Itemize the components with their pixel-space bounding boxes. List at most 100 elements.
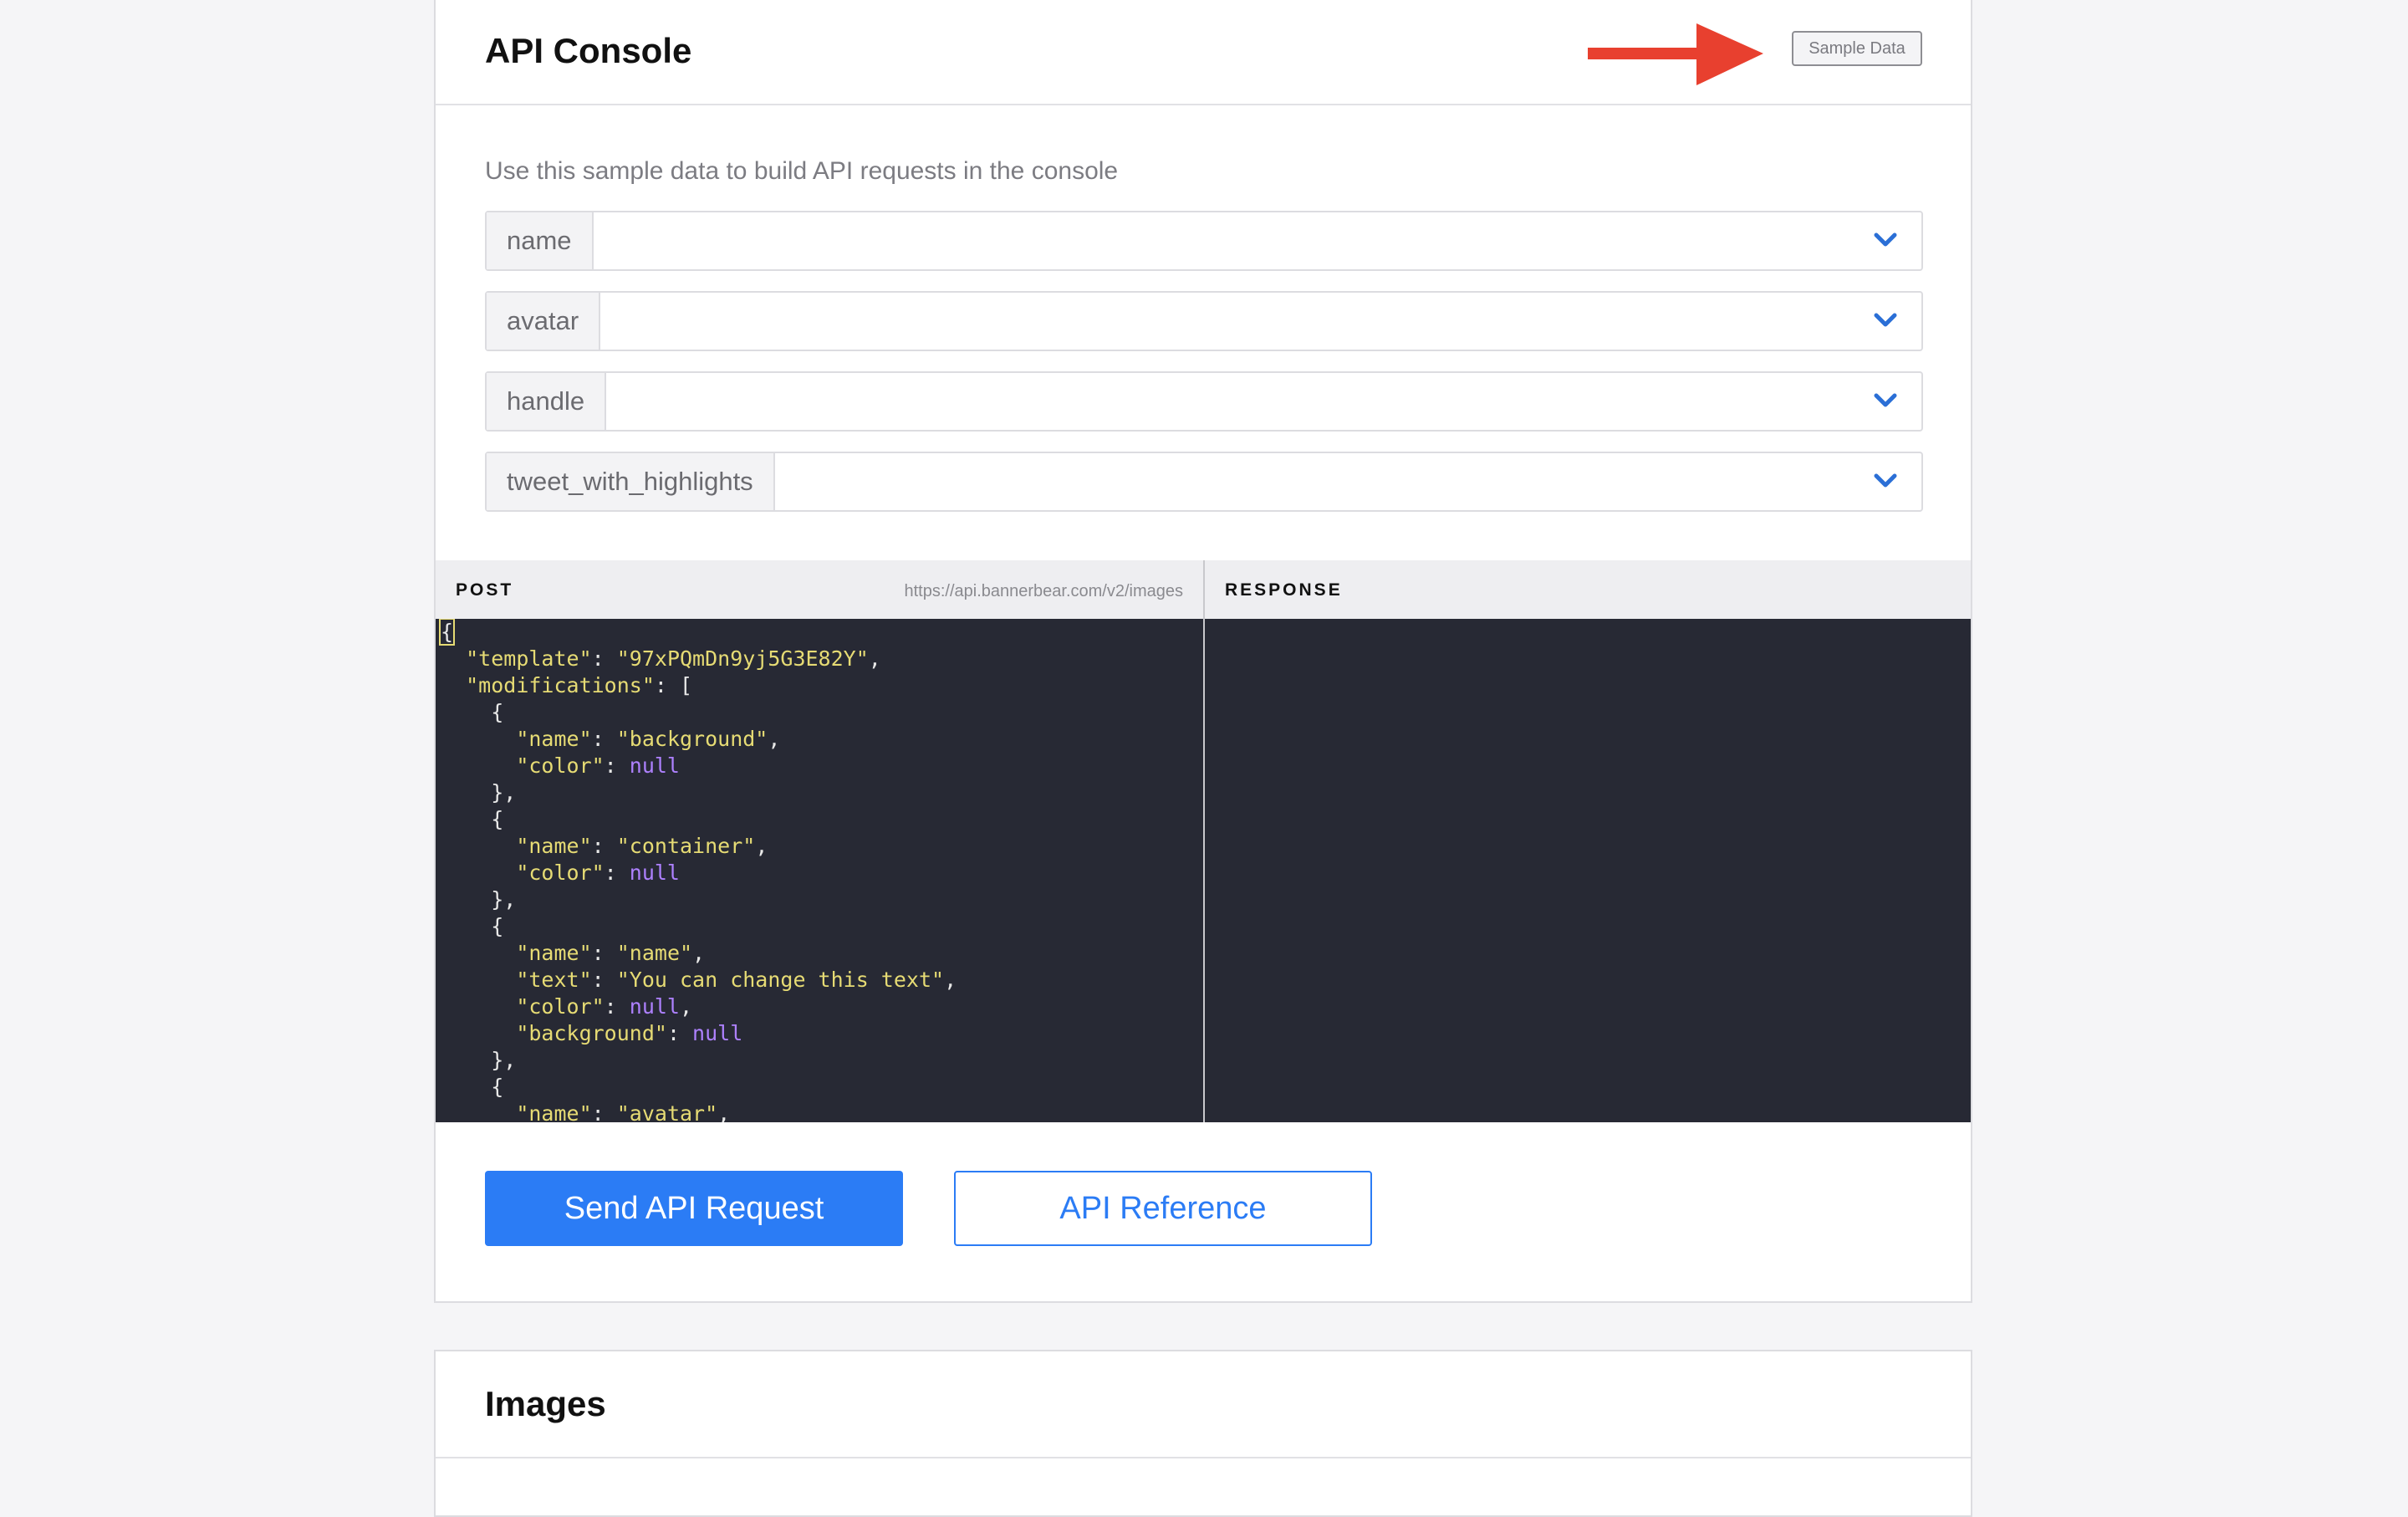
code-line: "template": "97xPQmDn9yj5G3E82Y", (441, 646, 957, 672)
code-token: : (591, 968, 617, 992)
code-line: }, (441, 1047, 957, 1074)
field-label: avatar (487, 293, 601, 350)
images-card: Images (434, 1350, 1972, 1517)
code-token: : (666, 1021, 693, 1045)
code-line: "color": null, (441, 993, 957, 1020)
code-token: }, (441, 1048, 517, 1072)
code-token: "background" (516, 1021, 667, 1045)
code-token: "avatar" (616, 1101, 718, 1122)
code-token: : (591, 646, 617, 671)
response-code-panel (1205, 619, 1971, 1122)
code-token: : [ (654, 673, 693, 697)
code-line: }, (441, 779, 957, 806)
console-header: API Console Sample Data (436, 0, 1971, 105)
code-token: : (591, 727, 617, 751)
code-token: , (755, 834, 768, 858)
endpoint-url: https://api.bannerbear.com/v2/images (904, 582, 1183, 600)
code-token: , (692, 941, 706, 965)
code-token: { (441, 807, 504, 831)
code-line: { (441, 1074, 957, 1101)
code-token: "name" (516, 834, 592, 858)
code-token: : (604, 753, 630, 778)
code-token: "modifications" (466, 673, 655, 697)
handle-select[interactable] (606, 373, 1921, 430)
code-token: null (629, 753, 680, 778)
code-token: }, (441, 887, 517, 912)
field-row-avatar: avatar (485, 291, 1923, 351)
field-row-name: name (485, 211, 1923, 271)
sample-data-button[interactable]: Sample Data (1792, 31, 1922, 66)
code-token: , (717, 1101, 731, 1122)
api-reference-button[interactable]: API Reference (954, 1171, 1372, 1246)
code-token: null (629, 994, 680, 1019)
api-console-card: API Console Sample Data Use this sample … (434, 0, 1972, 1303)
code-token: : (591, 941, 617, 965)
code-token: "color" (516, 753, 605, 778)
code-line: "color": null (441, 753, 957, 779)
code-token: "color" (516, 861, 605, 885)
code-token: "97xPQmDn9yj5G3E82Y" (616, 646, 869, 671)
code-token: "container" (616, 834, 756, 858)
request-code-editor[interactable]: { "template": "97xPQmDn9yj5G3E82Y", "mod… (436, 619, 1205, 1122)
chevron-down-icon (1874, 313, 1897, 327)
code-token: , (680, 994, 693, 1019)
code-token: "color" (516, 994, 605, 1019)
images-header: Images (436, 1351, 1971, 1458)
code-token: : (591, 1101, 617, 1122)
code-token: "text" (516, 968, 592, 992)
chevron-down-icon (1874, 393, 1897, 407)
console-title: API Console (485, 31, 692, 70)
code-line: "name": "name", (441, 940, 957, 967)
code-line: }, (441, 886, 957, 913)
code-token: , (868, 646, 881, 671)
instructions-text: Use this sample data to build API reques… (485, 157, 1119, 185)
tweet-with-highlights-select[interactable] (775, 453, 1921, 510)
code-line: "color": null (441, 860, 957, 886)
code-token: : (591, 834, 617, 858)
field-row-handle: handle (485, 371, 1923, 432)
code-line: { (441, 913, 957, 940)
code-line: { (441, 699, 957, 726)
chevron-down-icon (1874, 473, 1897, 488)
code-line: "name": "avatar", (441, 1101, 957, 1122)
chevron-down-icon (1874, 232, 1897, 247)
code-line: "name": "container", (441, 833, 957, 860)
code-line: "name": "background", (441, 726, 957, 753)
code-token: : (604, 994, 630, 1019)
field-label: handle (487, 373, 607, 430)
code-token: { (441, 1075, 504, 1099)
code-token: "You can change this text" (616, 968, 945, 992)
code-token: "name" (616, 941, 693, 965)
avatar-select[interactable] (600, 293, 1921, 350)
code-token: , (944, 968, 957, 992)
code-token: "name" (516, 727, 592, 751)
code-token: "background" (616, 727, 768, 751)
code-token: }, (441, 780, 517, 804)
code-token: : (604, 861, 630, 885)
arrow-right-icon (1588, 23, 1763, 85)
send-api-request-button[interactable]: Send API Request (485, 1171, 903, 1246)
post-editor-header: POST https://api.bannerbear.com/v2/image… (436, 560, 1205, 619)
response-header: RESPONSE (1205, 560, 1971, 619)
code-token: "template" (466, 646, 592, 671)
code-line: "modifications": [ (441, 672, 957, 699)
code-line: "text": "You can change this text", (441, 967, 957, 993)
code-token: null (629, 861, 680, 885)
code-line: { (438, 619, 957, 646)
code-line: { (441, 806, 957, 833)
code-token: "name" (516, 1101, 592, 1122)
name-select[interactable] (594, 212, 1921, 269)
response-label: RESPONSE (1225, 580, 1343, 600)
code-token: "name" (516, 941, 592, 965)
code-line: "background": null (441, 1020, 957, 1047)
code-token: null (692, 1021, 743, 1045)
images-title: Images (485, 1384, 606, 1423)
field-label: name (487, 212, 594, 269)
